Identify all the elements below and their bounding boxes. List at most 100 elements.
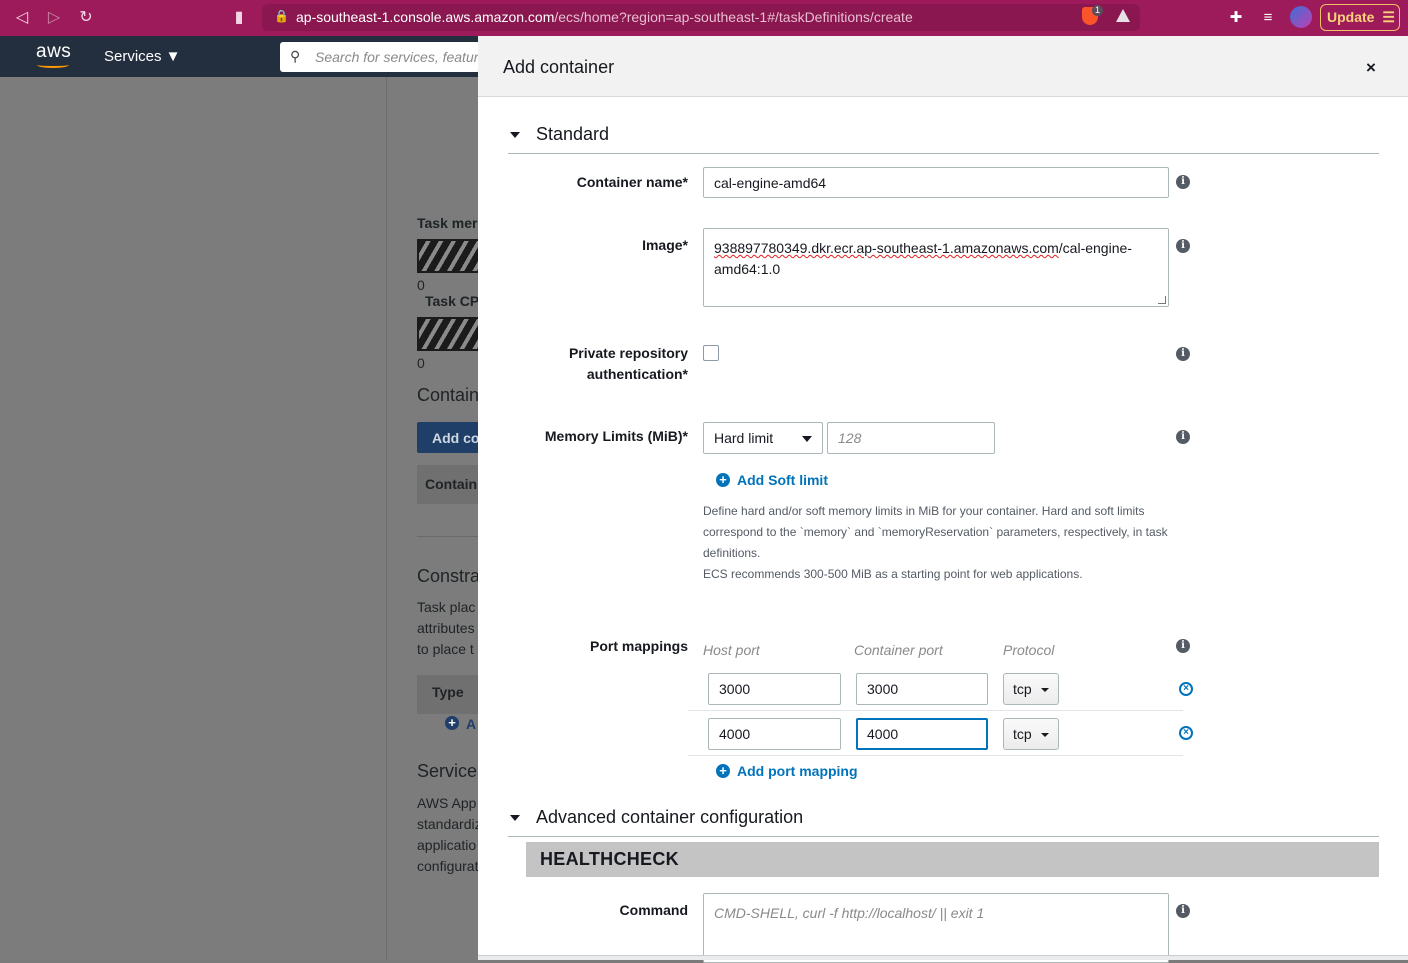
protocol-value: tcp — [1013, 681, 1032, 697]
update-button[interactable]: Update ☰ — [1320, 4, 1400, 31]
private-repo-auth-checkbox[interactable] — [703, 345, 719, 361]
image-info-icon[interactable]: i — [1176, 239, 1190, 253]
section-divider — [508, 153, 1379, 154]
section-divider — [508, 836, 1379, 837]
service-integration-heading: Service — [417, 761, 478, 781]
modal-header: Add container × — [478, 36, 1408, 97]
image-value-tag: amd64:1.0 — [714, 261, 781, 277]
containers-heading: Contain — [417, 385, 480, 405]
aws-logo-smile — [37, 62, 69, 68]
sidebar-divider — [386, 77, 387, 960]
task-cpu-bar — [417, 317, 487, 351]
task-cpu-label: Task CP — [425, 293, 480, 309]
standard-section-title[interactable]: Standard — [536, 124, 609, 145]
host-port-column-header: Host port — [703, 642, 760, 658]
remove-port-mapping-icon[interactable]: × — [1179, 726, 1193, 740]
chevron-down-icon — [1041, 688, 1049, 692]
remove-port-mapping-icon[interactable]: × — [1179, 682, 1193, 696]
modal-title: Add container — [503, 57, 615, 77]
image-value-repo: /cal-engine- — [1058, 240, 1132, 256]
close-icon[interactable]: × — [1366, 59, 1376, 77]
constraints-text-line: attributes — [417, 620, 475, 636]
memory-limits-label: Memory Limits (MiB)* — [544, 428, 688, 444]
healthcheck-header: HEALTHCHECK — [526, 842, 1379, 877]
service-text-line: applicatio — [417, 837, 477, 853]
protocol-select[interactable]: tcp — [1003, 673, 1059, 705]
lock-icon: 🔒 — [274, 9, 289, 23]
bookmark-icon[interactable]: ▮ — [229, 8, 249, 28]
service-text-line: configurat — [417, 858, 479, 874]
help-line: ECS recommends 300-500 MiB as a starting… — [703, 567, 1083, 581]
address-bar[interactable]: 🔒 ap-southeast-1.console.aws.amazon.com/… — [262, 4, 1140, 31]
add-constraint-link[interactable]: A — [466, 716, 476, 732]
chevron-down-icon — [802, 436, 812, 442]
container-name-info-icon[interactable]: i — [1176, 175, 1190, 189]
extensions-icon[interactable]: ✚ — [1226, 8, 1246, 28]
playlist-icon[interactable]: ≡ — [1258, 8, 1278, 28]
background-page: Task mer 0 Task CP 0 Contain Add co Cont… — [0, 77, 487, 960]
healthcheck-title: HEALTHCHECK — [540, 849, 679, 869]
brave-shield-badge: 1 — [1092, 5, 1104, 16]
image-textarea[interactable]: 938897780349.dkr.ecr.ap-southeast-1.amaz… — [703, 228, 1169, 307]
reload-icon[interactable]: ↻ — [76, 8, 96, 28]
collapse-standard-icon[interactable] — [510, 132, 520, 138]
row-divider — [688, 755, 1183, 756]
add-container-modal: Add container × Standard Container name*… — [478, 36, 1408, 963]
container-port-input[interactable]: 3000 — [856, 673, 988, 705]
profile-avatar[interactable] — [1290, 6, 1312, 28]
image-label: Image* — [642, 237, 688, 253]
memory-limit-type-value: Hard limit — [714, 430, 774, 446]
memory-info-icon[interactable]: i — [1176, 430, 1190, 444]
advanced-section-title[interactable]: Advanced container configuration — [536, 807, 803, 828]
menu-icon: ☰ — [1382, 9, 1395, 25]
command-label: Command — [619, 902, 688, 918]
service-text-line: AWS App — [417, 795, 477, 811]
services-menu[interactable]: Services ▼ — [104, 48, 181, 65]
resize-handle-icon[interactable] — [1158, 296, 1166, 304]
service-text-line: standardiz — [417, 816, 482, 832]
memory-limit-type-select[interactable]: Hard limit — [703, 422, 823, 454]
command-textarea[interactable]: CMD-SHELL, curl -f http://localhost/ || … — [703, 893, 1169, 963]
help-line: definitions. — [703, 546, 761, 560]
container-port-input[interactable]: 4000 — [856, 718, 988, 750]
protocol-select[interactable]: tcp — [1003, 718, 1059, 750]
protocol-value: tcp — [1013, 726, 1032, 742]
add-soft-limit-link[interactable]: Add Soft limit — [737, 472, 828, 488]
task-memory-value: 0 — [417, 277, 425, 293]
add-port-mapping-icon[interactable]: + — [716, 764, 730, 778]
forward-icon[interactable]: ▷ — [44, 8, 64, 28]
constraints-text-line: to place t — [417, 641, 474, 657]
port-mappings-info-icon[interactable]: i — [1176, 639, 1190, 653]
task-cpu-value: 0 — [417, 355, 425, 371]
memory-hard-limit-input[interactable]: 128 — [827, 422, 995, 454]
container-port-column-header: Container port — [854, 642, 943, 658]
aws-console-nav: aws Services ▼ ⚲ Search for services, fe… — [0, 36, 493, 77]
constraints-heading: Constra — [417, 566, 481, 586]
host-port-input[interactable]: 4000 — [708, 718, 841, 750]
add-port-mapping-link[interactable]: Add port mapping — [737, 763, 858, 779]
task-memory-label: Task mer — [417, 215, 478, 231]
private-repo-info-icon[interactable]: i — [1176, 347, 1190, 361]
browser-toolbar: ◁ ▷ ↻ ▮ 🔒 ap-southeast-1.console.aws.ama… — [0, 0, 1408, 36]
protocol-column-header: Protocol — [1003, 642, 1055, 658]
type-column-header: Type — [432, 684, 464, 700]
brave-rewards-icon[interactable] — [1116, 9, 1130, 22]
service-search-input[interactable]: ⚲ Search for services, features — [280, 42, 493, 72]
add-container-button[interactable]: Add co — [417, 422, 487, 453]
memory-help-text: Define hard and/or soft memory limits in… — [703, 501, 1183, 585]
private-repo-label-line2: authentication* — [586, 366, 688, 382]
add-constraint-icon[interactable]: + — [445, 716, 459, 730]
back-icon[interactable]: ◁ — [12, 8, 32, 28]
container-name-input[interactable]: cal-engine-amd64 — [703, 167, 1169, 198]
aws-logo[interactable]: aws — [36, 41, 71, 63]
collapse-advanced-icon[interactable] — [510, 815, 520, 821]
private-repo-label-line1: Private repository — [568, 345, 688, 361]
containers-column-header: Contain — [425, 476, 478, 492]
host-port-input[interactable]: 3000 — [708, 673, 841, 705]
search-placeholder: Search for services, features — [315, 49, 494, 65]
command-info-icon[interactable]: i — [1176, 904, 1190, 918]
help-line: Define hard and/or soft memory limits in… — [703, 504, 1145, 518]
modal-footer-edge — [478, 955, 1408, 960]
constraints-text-line: Task plac — [417, 599, 476, 615]
add-soft-limit-icon[interactable]: + — [716, 473, 730, 487]
